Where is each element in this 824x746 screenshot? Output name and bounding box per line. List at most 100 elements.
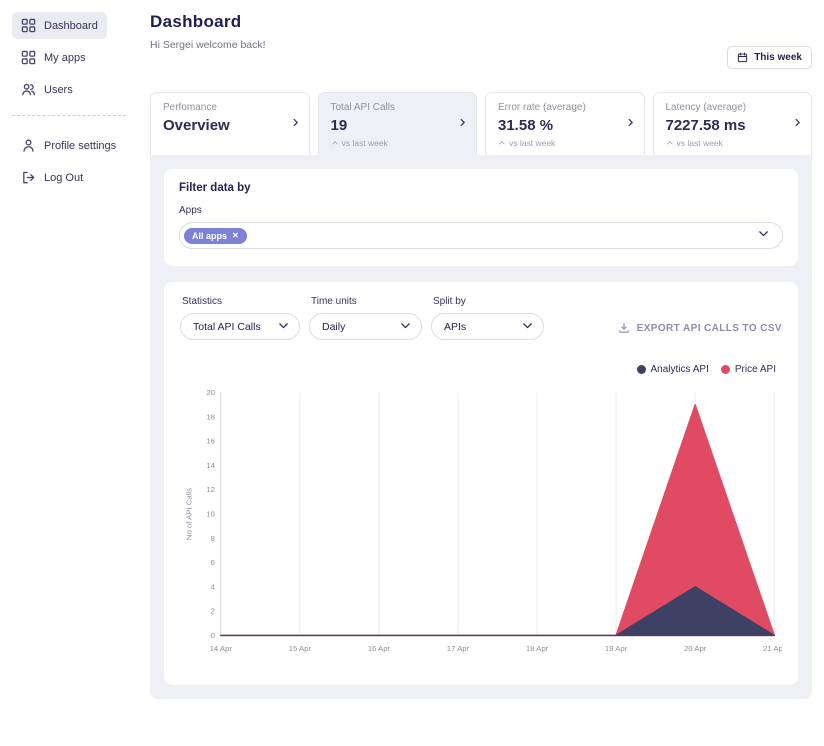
profile-icon	[23, 139, 34, 152]
chip-remove-icon[interactable]: ✕	[232, 231, 239, 240]
chip-label: All apps	[192, 230, 228, 241]
welcome-text: Hi Sergei welcome back!	[150, 39, 266, 51]
card-label: Latency (average)	[665, 102, 747, 113]
svg-text:12: 12	[206, 485, 215, 494]
split-by-group: Split by APIs	[431, 296, 544, 340]
card-label: Error rate (average)	[498, 102, 586, 113]
chart-controls: Statistics Total API Calls Time units Da…	[180, 296, 782, 340]
chevron-down-icon	[399, 319, 412, 335]
svg-text:14: 14	[206, 461, 215, 470]
svg-text:20 Apr: 20 Apr	[684, 644, 707, 653]
legend-dot	[636, 365, 646, 374]
card-label: Perfomance	[163, 102, 217, 113]
caret-up-icon	[331, 141, 338, 145]
sidebar-item-my-apps[interactable]: My apps	[12, 44, 95, 71]
api-calls-chart: 0 2 4 6 8 10 12 14 16 18 20 No of API Calls 14 Apr 15…	[180, 383, 782, 667]
card-value: 7227.58 ms	[665, 117, 746, 134]
time-units-value: Daily	[322, 320, 346, 333]
logout-icon	[23, 171, 35, 184]
sidebar-divider	[12, 115, 126, 116]
card-trend: vs last week	[498, 138, 618, 148]
chart-series-areas	[220, 404, 775, 637]
card-latency[interactable]: Latency (average) 7227.58 ms vs last wee…	[652, 92, 812, 155]
chart-legend: Analytics API Price API	[180, 364, 776, 375]
apps-grid-icon	[21, 50, 36, 65]
svg-text:16 Apr: 16 Apr	[368, 644, 391, 653]
svg-text:6: 6	[211, 558, 215, 567]
apps-multiselect[interactable]: All apps ✕	[179, 222, 783, 249]
chevron-down-icon	[757, 227, 770, 245]
sidebar: Dashboard My apps Users Profile settings…	[0, 0, 138, 746]
svg-text:0: 0	[211, 631, 215, 640]
chevron-right-icon	[290, 115, 301, 133]
card-trend-label: vs last week	[676, 138, 723, 148]
card-trend: vs last week	[666, 138, 786, 148]
sidebar-item-label: My apps	[44, 51, 86, 64]
sidebar-item-logout[interactable]: Log Out	[12, 164, 92, 191]
api-calls-chart-svg: 0 2 4 6 8 10 12 14 16 18 20 No of API Calls 14 Apr 15…	[185, 388, 782, 653]
svg-text:15 Apr: 15 Apr	[289, 644, 312, 653]
chart-x-labels: 14 Apr 15 Apr 16 Apr 17 Apr 18 Apr 19 Apr 20 A…	[210, 644, 782, 653]
sidebar-item-label: Log Out	[44, 171, 84, 184]
this-week-button[interactable]: This week	[727, 46, 812, 69]
content-shell: Filter data by Apps All apps ✕ Statistic…	[150, 155, 812, 699]
export-csv-button[interactable]: EXPORT API CALLS TO CSV	[618, 322, 782, 340]
card-trend-label: vs last week	[341, 138, 388, 148]
all-apps-chip[interactable]: All apps ✕	[184, 227, 247, 244]
legend-label: Analytics API	[650, 364, 709, 375]
card-value: 19	[330, 117, 348, 134]
sidebar-item-label: Profile settings	[44, 139, 117, 152]
chart-y-ticks: 0 2 4 6 8 10 12 14 16 18 20	[206, 388, 215, 640]
statistics-group: Statistics Total API Calls	[180, 296, 300, 340]
main-content: Dashboard Hi Sergei welcome back! This w…	[138, 0, 824, 746]
sidebar-item-users[interactable]: Users	[12, 76, 82, 103]
svg-text:19 Apr: 19 Apr	[605, 644, 628, 653]
svg-text:10: 10	[206, 510, 215, 519]
export-csv-label: EXPORT API CALLS TO CSV	[636, 322, 782, 334]
split-by-select[interactable]: APIs	[431, 313, 544, 340]
split-by-value: APIs	[444, 320, 467, 333]
page-header: Dashboard Hi Sergei welcome back! This w…	[150, 0, 812, 92]
chevron-right-icon	[625, 115, 636, 133]
card-value: 31.58 %	[498, 117, 554, 134]
card-performance[interactable]: Perfomance Overview	[150, 92, 310, 155]
time-units-select[interactable]: Daily	[309, 313, 422, 340]
statistics-panel: Statistics Total API Calls Time units Da…	[164, 282, 798, 685]
card-label: Total API Calls	[330, 102, 395, 113]
dashboard-grid-icon	[21, 18, 36, 33]
page-title: Dashboard	[150, 12, 242, 31]
svg-text:17 Apr: 17 Apr	[447, 644, 470, 653]
svg-text:18: 18	[206, 412, 215, 421]
chevron-down-icon	[521, 319, 534, 335]
card-total-api-calls[interactable]: Total API Calls 19 vs last week	[317, 92, 477, 155]
svg-text:20: 20	[206, 388, 215, 397]
svg-text:2: 2	[211, 607, 215, 616]
chevron-right-icon	[792, 115, 803, 133]
svg-text:4: 4	[211, 582, 216, 591]
svg-text:18 Apr: 18 Apr	[526, 644, 549, 653]
stat-cards: Perfomance Overview Total API Calls 19 v…	[150, 92, 812, 155]
svg-text:21 Apr: 21 Apr	[763, 644, 782, 653]
sidebar-item-dashboard[interactable]: Dashboard	[12, 12, 107, 39]
card-error-rate[interactable]: Error rate (average) 31.58 % vs last wee…	[485, 92, 645, 155]
sidebar-item-profile-settings[interactable]: Profile settings	[12, 132, 125, 159]
card-trend-label: vs last week	[509, 138, 556, 148]
time-units-group: Time units Daily	[309, 296, 422, 340]
svg-text:16: 16	[206, 437, 215, 446]
app: Dashboard My apps Users Profile settings…	[0, 0, 824, 746]
chevron-right-icon	[457, 115, 468, 133]
svg-text:14 Apr: 14 Apr	[210, 644, 233, 653]
week-button-label: This week	[754, 52, 802, 63]
time-units-label: Time units	[311, 296, 357, 307]
statistics-value: Total API Calls	[193, 320, 261, 333]
calendar-icon	[738, 52, 748, 63]
statistics-select[interactable]: Total API Calls	[180, 313, 300, 340]
svg-text:8: 8	[211, 534, 215, 543]
users-icon	[22, 83, 35, 96]
sidebar-item-label: Dashboard	[44, 19, 98, 32]
chevron-down-icon	[277, 319, 290, 335]
sidebar-item-label: Users	[44, 83, 73, 96]
card-value: Overview	[163, 117, 230, 134]
apps-field-label: Apps	[179, 205, 202, 216]
download-icon	[618, 322, 629, 333]
